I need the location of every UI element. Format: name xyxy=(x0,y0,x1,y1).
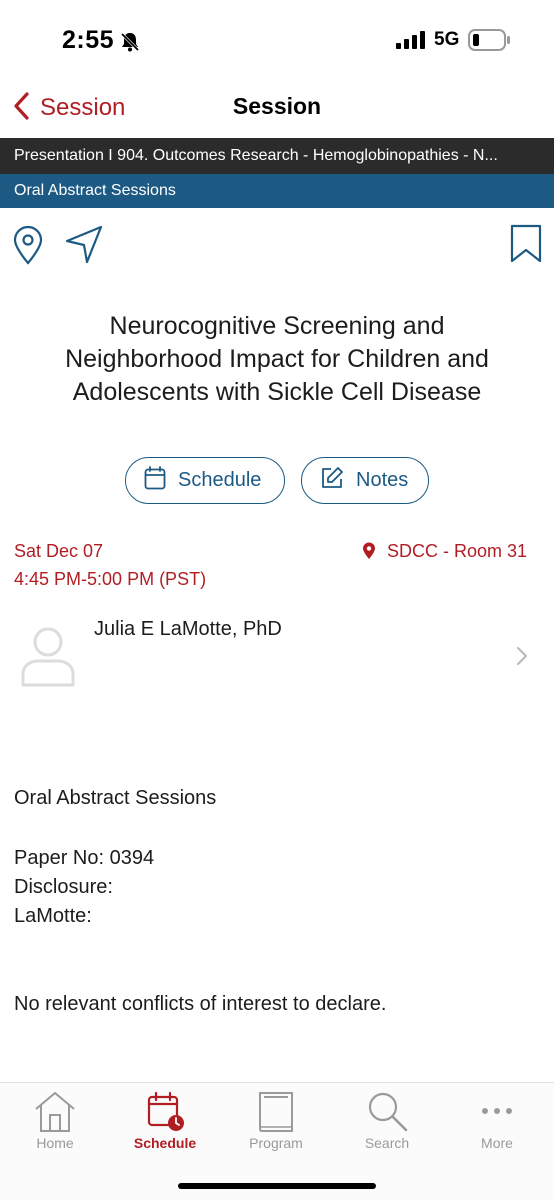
home-indicator xyxy=(178,1183,376,1189)
battery-icon xyxy=(468,29,512,56)
speaker-name: Julia E LaMotte, PhD xyxy=(94,618,282,640)
session-type-bar: Oral Abstract Sessions xyxy=(0,174,554,208)
abstract-title: Neurocognitive Screening and Neighborhoo… xyxy=(30,310,524,409)
tab-label: Home xyxy=(36,1135,74,1151)
navigation-bar: Session Session xyxy=(0,80,554,136)
silent-bell-icon xyxy=(119,31,141,58)
edit-note-icon xyxy=(320,466,344,495)
abstract-title-line: Neighborhood Impact for Children and xyxy=(65,345,489,373)
tab-label: Schedule xyxy=(133,1135,197,1151)
event-location: SDCC - Room 31 xyxy=(387,541,528,561)
tab-label: More xyxy=(481,1135,513,1151)
tab-more[interactable]: More xyxy=(442,1083,552,1163)
chevron-right-icon xyxy=(516,646,528,671)
location-pin-icon xyxy=(362,542,376,565)
disclosure-label: Disclosure: xyxy=(14,876,113,898)
status-time: 2:55 xyxy=(62,26,115,54)
notes-button-label: Notes xyxy=(356,469,409,491)
paper-number: Paper No: 0394 xyxy=(14,847,155,869)
tab-home[interactable]: Home xyxy=(0,1083,110,1163)
abstract-title-line: Adolescents with Sickle Cell Disease xyxy=(72,378,482,406)
abstract-title-line: Neurocognitive Screening and xyxy=(109,312,445,340)
page-title: Session xyxy=(232,93,322,119)
tab-program[interactable]: Program xyxy=(221,1083,331,1163)
bookmark-icon[interactable] xyxy=(510,224,542,269)
map-pin-icon[interactable] xyxy=(12,225,44,270)
session-type-text: Oral Abstract Sessions xyxy=(14,787,217,809)
tab-search[interactable]: Search xyxy=(332,1083,442,1163)
tab-label: Program xyxy=(249,1135,303,1151)
disclosure-name: LaMotte: xyxy=(14,905,92,927)
tab-label: Search xyxy=(364,1135,410,1151)
schedule-button[interactable]: Schedule xyxy=(125,457,285,504)
navigate-arrow-icon[interactable] xyxy=(64,224,104,269)
network-type: 5G xyxy=(434,29,460,50)
tab-schedule[interactable]: Schedule xyxy=(110,1083,220,1163)
avatar-placeholder-icon xyxy=(20,626,76,693)
status-bar: 2:55 5G xyxy=(0,0,554,80)
disclosure-text: No relevant conflicts of interest to dec… xyxy=(14,993,387,1015)
speaker-row[interactable]: Julia E LaMotte, PhD xyxy=(0,600,554,710)
event-time: 4:45 PM-5:00 PM (PST) xyxy=(14,569,207,589)
calendar-icon xyxy=(144,466,166,495)
track-breadcrumb: Presentation I 904. Outcomes Research - … xyxy=(0,138,554,174)
notes-button[interactable]: Notes xyxy=(301,457,429,504)
cellular-signal-icon xyxy=(396,31,426,54)
schedule-button-label: Schedule xyxy=(178,469,262,491)
event-date: Sat Dec 07 xyxy=(14,541,104,561)
